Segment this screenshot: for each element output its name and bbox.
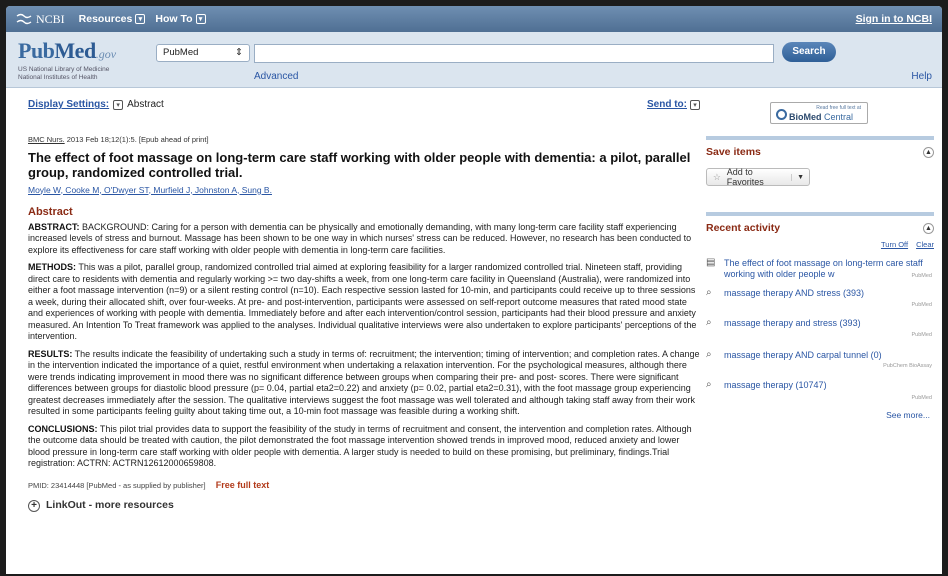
search-icon: ⌕	[706, 317, 712, 328]
collapse-icon[interactable]: ▲	[923, 222, 934, 234]
main-content: Display Settings: ▾ Abstract Send to: ▾ …	[28, 98, 700, 512]
activity-text: The effect of foot massage on long-term …	[724, 258, 923, 279]
display-settings-row: Display Settings: ▾ Abstract Send to: ▾	[28, 98, 700, 112]
expand-plus-icon: +	[28, 500, 40, 512]
help-link[interactable]: Help	[911, 71, 932, 82]
see-more-link[interactable]: See more...	[886, 410, 930, 420]
sign-in-link[interactable]: Sign in to NCBI	[856, 13, 932, 25]
activity-text: massage therapy AND stress (393)	[724, 288, 865, 298]
section-text: This was a pilot, parallel group, random…	[28, 262, 697, 341]
pmid-row: PMID: 23414448 [PubMed - as supplied by …	[28, 480, 700, 492]
add-to-favorites-label: Add to Favorites	[726, 167, 764, 187]
biomed-brand: BioMed Central	[789, 112, 853, 122]
pmid-text: PMID: 23414448 [PubMed - as supplied by …	[28, 480, 206, 490]
linkout-label: LinkOut - more resources	[46, 499, 174, 512]
recent-activity-header: Recent activity ▲	[706, 212, 934, 234]
send-to-label: Send to:	[647, 99, 687, 111]
biomed-brand-bold: BioMed	[789, 112, 822, 122]
section-text: BACKGROUND: Caring for a person with dem…	[28, 221, 692, 255]
ncbi-helix-icon	[16, 13, 32, 25]
search-header: PubMed.gov US National Library of Medici…	[6, 32, 942, 88]
search-icon: ⌕	[706, 349, 712, 360]
chevron-down-icon[interactable]: ▾	[113, 100, 124, 110]
recent-activity-item[interactable]: ▤ The effect of foot massage on long-ter…	[706, 257, 934, 279]
section-label: METHODS:	[28, 262, 76, 272]
chevron-down-icon: ▾	[195, 14, 206, 24]
section-text: This pilot trial provides data to suppor…	[28, 423, 692, 469]
activity-source: PubMed	[911, 332, 933, 338]
author-list[interactable]: Moyle W, Cooke M, O'Dwyer ST, Murfield J…	[28, 185, 700, 197]
activity-text: massage therapy (10747)	[724, 380, 827, 390]
send-to-menu[interactable]: Send to: ▾	[647, 99, 700, 111]
recent-activity-title: Recent activity	[706, 222, 781, 234]
save-items-title: Save items	[706, 146, 761, 158]
journal-link[interactable]: BMC Nurs.	[28, 135, 65, 144]
collapse-icon[interactable]: ▲	[923, 146, 934, 158]
pubmed-logo[interactable]: PubMed.gov US National Library of Medici…	[18, 38, 116, 82]
save-items-header: Save items ▲	[706, 136, 934, 158]
advanced-link[interactable]: Advanced	[254, 71, 298, 82]
chevron-down-icon: ▾	[135, 14, 146, 24]
activity-controls: Turn Off Clear	[881, 240, 934, 249]
chevron-down-icon[interactable]: ▼	[791, 173, 809, 181]
star-icon: ☆	[712, 171, 721, 182]
howto-menu[interactable]: How To ▾	[155, 13, 206, 25]
display-format: Abstract	[127, 99, 164, 111]
ncbi-logo[interactable]: NCBI	[16, 12, 65, 27]
logo-med: Med	[54, 38, 96, 63]
activity-source: PubMed	[911, 395, 933, 401]
abstract-conclusions: CONCLUSIONS: This pilot trial provides d…	[28, 424, 700, 470]
howto-label: How To	[155, 13, 193, 25]
abstract-background: ABSTRACT: BACKGROUND: Caring for a perso…	[28, 222, 700, 257]
biomed-brand-central: Central	[821, 112, 854, 122]
database-select[interactable]: PubMed ⇕	[156, 44, 250, 62]
search-button[interactable]: Search	[782, 42, 836, 62]
free-full-text-link[interactable]: Free full text	[216, 480, 270, 490]
abstract-heading: Abstract	[28, 206, 73, 218]
select-arrows-icon: ⇕	[235, 47, 243, 58]
display-settings-link[interactable]: Display Settings:	[28, 99, 109, 111]
resources-label: Resources	[78, 13, 133, 25]
turn-off-link[interactable]: Turn Off	[881, 240, 908, 249]
add-to-favorites-button[interactable]: ☆ Add to Favorites ▼	[706, 167, 810, 187]
document-icon: ▤	[706, 257, 716, 268]
article-title: The effect of foot massage on long-term …	[28, 149, 691, 180]
section-label: CONCLUSIONS:	[28, 423, 98, 434]
recent-activity-item[interactable]: ⌕ massage therapy and stress (393) PubMe…	[706, 317, 934, 338]
citation-text: 2013 Feb 18;12(1):5. [Epub ahead of prin…	[64, 135, 209, 144]
activity-source: PubChem BioAssay	[883, 363, 932, 369]
abstract-methods: METHODS: This was a pilot, parallel grou…	[28, 262, 700, 343]
library-line-1: US National Library of Medicine	[18, 66, 110, 73]
clear-link[interactable]: Clear	[916, 240, 934, 249]
activity-source: PubMed	[911, 302, 933, 308]
recent-activity-item[interactable]: ⌕ massage therapy (10747) PubMed	[706, 379, 934, 401]
search-icon: ⌕	[706, 379, 712, 390]
resources-menu[interactable]: Resources ▾	[79, 13, 146, 25]
biomed-circle-icon	[776, 109, 787, 120]
search-input[interactable]	[254, 44, 774, 63]
activity-text: massage therapy AND carpal tunnel (0)	[724, 350, 882, 360]
ncbi-logo-text: NCBI	[36, 11, 65, 26]
ncbi-top-bar: NCBI Resources ▾ How To ▾ Sign in to NCB…	[6, 6, 942, 32]
abstract-results: RESULTS: The results indicate the feasib…	[28, 349, 700, 418]
citation: BMC Nurs. 2013 Feb 18;12(1):5. [Epub ahe…	[28, 134, 700, 146]
database-value: PubMed	[163, 47, 199, 58]
biomed-tagline: Read free full text at	[816, 105, 861, 111]
logo-pub: Pub	[18, 38, 55, 63]
section-text: The results indicate the feasibility of …	[28, 348, 700, 417]
biomed-central-banner[interactable]: Read free full text at BioMed Central	[770, 102, 868, 124]
browser-page: NCBI Resources ▾ How To ▾ Sign in to NCB…	[6, 6, 942, 574]
library-line-2: National Institutes of Health	[18, 74, 98, 81]
section-label: ABSTRACT:	[28, 221, 80, 232]
section-label: RESULTS:	[28, 348, 73, 359]
logo-gov: .gov	[95, 47, 117, 61]
chevron-down-icon: ▾	[690, 100, 700, 110]
recent-activity-item[interactable]: ⌕ massage therapy AND stress (393) PubMe…	[706, 287, 934, 308]
search-icon: ⌕	[706, 287, 712, 298]
activity-source: PubMed	[911, 273, 933, 279]
linkout-toggle[interactable]: + LinkOut - more resources	[28, 500, 700, 512]
activity-text: massage therapy and stress (393)	[724, 318, 861, 328]
recent-activity-item[interactable]: ⌕ massage therapy AND carpal tunnel (0) …	[706, 349, 934, 369]
